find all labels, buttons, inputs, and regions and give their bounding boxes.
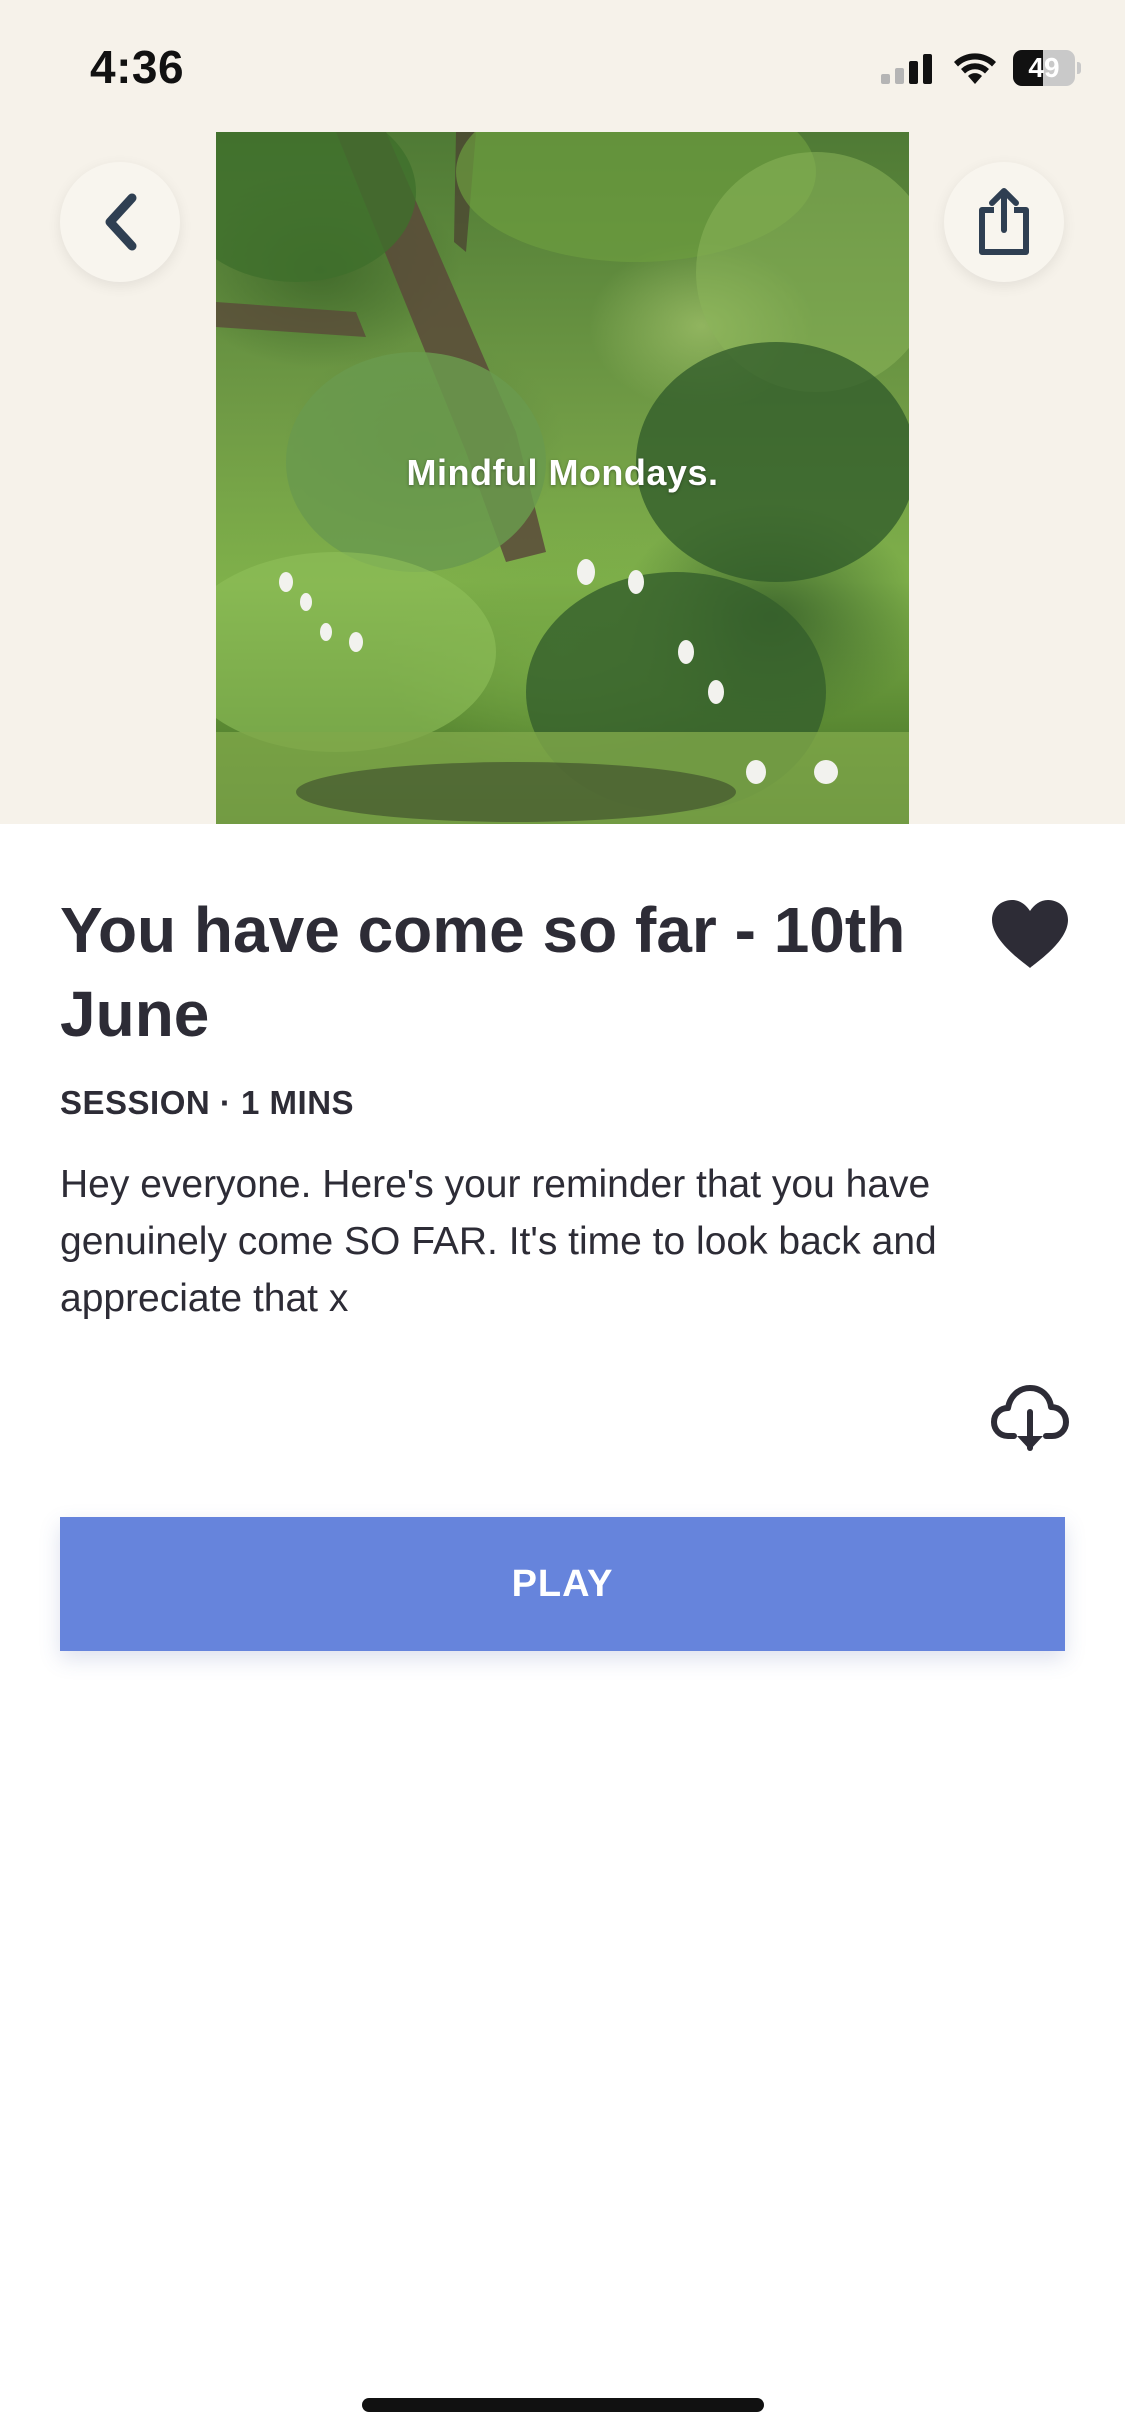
wifi-icon	[954, 53, 996, 84]
download-button[interactable]	[990, 1378, 1070, 1458]
share-icon	[979, 188, 1029, 255]
back-button[interactable]	[60, 162, 180, 282]
cover-title: Mindful Mondays.	[406, 452, 719, 493]
heart-icon	[992, 900, 1068, 968]
cloud-download-icon	[991, 1385, 1069, 1451]
share-button[interactable]	[944, 162, 1064, 282]
play-button[interactable]: PLAY	[60, 1517, 1065, 1651]
session-cover-image: Mindful Mondays.	[216, 132, 909, 824]
session-title: You have come so far - 10th June	[60, 894, 906, 1050]
status-icons: 49	[879, 48, 1081, 88]
home-indicator[interactable]	[362, 2398, 764, 2412]
session-description: Hey everyone. Here's your reminder that …	[60, 1163, 937, 1320]
chevron-left-icon	[105, 193, 137, 251]
session-meta: SESSION · 1 MINS	[60, 1084, 355, 1121]
status-bar: 4:36 49	[0, 0, 1125, 132]
cellular-signal-icon	[881, 54, 932, 84]
status-time: 4:36	[90, 41, 185, 93]
favorite-button[interactable]	[988, 896, 1072, 972]
battery-level: 49	[1028, 52, 1060, 83]
battery-icon: 49	[1013, 50, 1081, 86]
